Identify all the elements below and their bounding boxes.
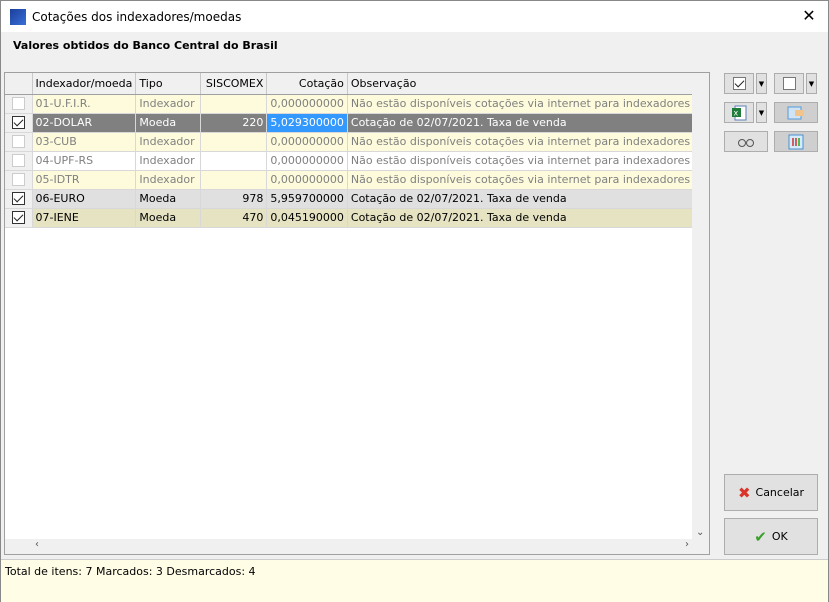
scroll-down-icon[interactable]: ⌄ [696,527,704,538]
cell-observacao: Cotação de 02/07/2021. Taxa de venda [347,189,695,209]
table-row[interactable]: 03-CUB Indexador 0,000000000 Não estão d… [5,132,695,152]
cell-indexador: 01-U.F.I.R. [32,94,137,114]
row-checkbox[interactable] [5,170,33,190]
cell-observacao: Não estão disponíveis cotações via inter… [347,151,695,171]
window-title: Cotações dos indexadores/moedas [32,9,242,24]
cell-cotacao[interactable]: 0,000000000 [266,170,348,190]
cell-tipo: Indexador [135,94,202,114]
cell-cotacao[interactable]: 0,000000000 [266,94,348,114]
row-checkbox[interactable] [5,94,33,114]
cell-cotacao[interactable]: 0,000000000 [266,151,348,171]
close-button[interactable]: ✕ [798,6,820,25]
vertical-scrollbar[interactable]: ⌄ [692,73,709,540]
cell-tipo: Indexador [135,170,202,190]
checkbox-icon [11,211,25,225]
app-icon [10,8,26,25]
header-siscomex[interactable]: SISCOMEX [200,73,268,95]
table-row[interactable]: 02-DOLAR Moeda 220 5,029300000 Cotação d… [5,113,695,133]
ok-button[interactable]: ✔ OK [724,518,818,555]
checkbox-icon [11,97,25,111]
cell-tipo: Moeda [135,208,202,228]
checkbox-icon [11,154,25,168]
excel-export-button[interactable]: x [724,102,754,123]
row-checkbox[interactable] [5,113,33,133]
cell-tipo: Moeda [135,113,202,133]
cell-tipo: Moeda [135,189,202,209]
cell-observacao: Não estão disponíveis cotações via inter… [347,94,695,114]
cell-cotacao[interactable]: 0,045190000 [266,208,348,228]
cell-cotacao[interactable]: 5,959700000 [266,189,348,209]
table-row[interactable]: 06-EURO Moeda 978 5,959700000 Cotação de… [5,189,695,209]
horizontal-scrollbar[interactable]: ‹ › [5,539,709,554]
cancel-x-icon: ✖ [737,483,751,502]
cell-cotacao[interactable]: 5,029300000 [266,113,348,133]
cell-indexador: 05-IDTR [32,170,137,190]
quotes-grid[interactable]: Indexador/moeda Tipo SISCOMEX Cotação Ob… [4,72,710,555]
checkbox-icon [11,173,25,187]
quotes-table: Indexador/moeda Tipo SISCOMEX Cotação Ob… [5,73,695,228]
cell-indexador: 04-UPF-RS [32,151,137,171]
header-select[interactable] [5,73,33,95]
row-checkbox[interactable] [5,189,33,209]
checked-box-icon [732,77,746,90]
binoculars-icon [738,138,754,147]
empty-box-icon [782,77,796,90]
cell-tipo: Indexador [135,151,202,171]
cell-observacao: Cotação de 02/07/2021. Taxa de venda [347,208,695,228]
cell-tipo: Indexador [135,132,202,152]
uncheck-all-button[interactable] [774,73,804,94]
uncheck-all-dropdown[interactable]: ▼ [806,73,817,94]
cell-siscomex [200,151,268,171]
header-indexador[interactable]: Indexador/moeda [32,73,137,95]
status-bar: Total de itens: 7 Marcados: 3 Desmarcado… [1,559,828,602]
checkbox-icon [11,192,25,206]
excel-icon: x [732,105,747,120]
cell-observacao: Cotação de 02/07/2021. Taxa de venda [347,113,695,133]
cancel-label: Cancelar [755,486,805,499]
cell-indexador: 07-IENE [32,208,137,228]
subtitle: Valores obtidos do Banco Central do Bras… [13,39,278,52]
check-all-dropdown[interactable]: ▼ [756,73,767,94]
table-row[interactable]: 01-U.F.I.R. Indexador 0,000000000 Não es… [5,94,695,114]
cell-siscomex [200,170,268,190]
cancel-button[interactable]: ✖ Cancelar [724,474,818,511]
cell-indexador: 02-DOLAR [32,113,137,133]
excel-dropdown[interactable]: ▼ [756,102,767,123]
cell-indexador: 06-EURO [32,189,137,209]
table-row[interactable]: 05-IDTR Indexador 0,000000000 Não estão … [5,170,695,190]
table-hand-icon [787,106,804,119]
cell-indexador: 03-CUB [32,132,137,152]
row-checkbox[interactable] [5,208,33,228]
checkmark-icon: ✔ [754,527,767,546]
cell-siscomex: 470 [200,208,268,228]
cell-cotacao[interactable]: 0,000000000 [266,132,348,152]
cell-siscomex [200,94,268,114]
header-cotacao[interactable]: Cotação [266,73,348,95]
search-button[interactable] [724,131,768,152]
row-checkbox[interactable] [5,151,33,171]
checkbox-icon [11,135,25,149]
header-observacao[interactable]: Observação [347,73,695,95]
sort-icon [788,134,804,149]
sort-button[interactable] [774,131,818,152]
title-bar: Cotações dos indexadores/moedas ✕ [1,1,828,32]
cell-siscomex [200,132,268,152]
table-row[interactable]: 07-IENE Moeda 470 0,045190000 Cotação de… [5,208,695,228]
check-all-button[interactable] [724,73,754,94]
ok-label: OK [771,530,788,543]
cell-observacao: Não estão disponíveis cotações via inter… [347,170,695,190]
cell-siscomex: 978 [200,189,268,209]
cell-siscomex: 220 [200,113,268,133]
svg-text:x: x [734,108,739,117]
checkbox-icon [11,116,25,130]
scroll-right-icon[interactable]: › [685,539,689,550]
cell-observacao: Não estão disponíveis cotações via inter… [347,132,695,152]
row-checkbox[interactable] [5,132,33,152]
scroll-left-icon[interactable]: ‹ [35,539,39,550]
header-tipo[interactable]: Tipo [135,73,202,95]
table-row[interactable]: 04-UPF-RS Indexador 0,000000000 Não estã… [5,151,695,171]
table-hand-button[interactable] [774,102,818,123]
